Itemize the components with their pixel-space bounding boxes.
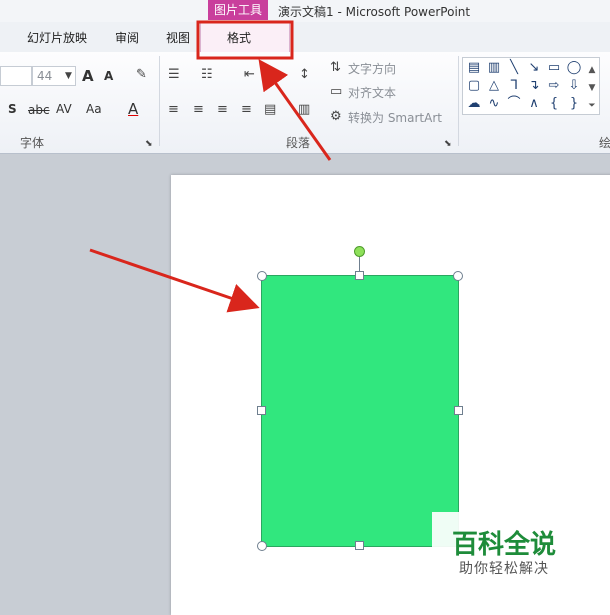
watermark-tagline: 助你轻松解决: [459, 561, 549, 577]
arrow-to-shape: [89, 248, 260, 313]
watermark-name: 百科全说: [452, 530, 557, 560]
watermark: 百科全说 助你轻松解决: [432, 512, 610, 610]
arrow-to-format-tab: [258, 59, 332, 161]
highlight-box: [196, 20, 294, 60]
